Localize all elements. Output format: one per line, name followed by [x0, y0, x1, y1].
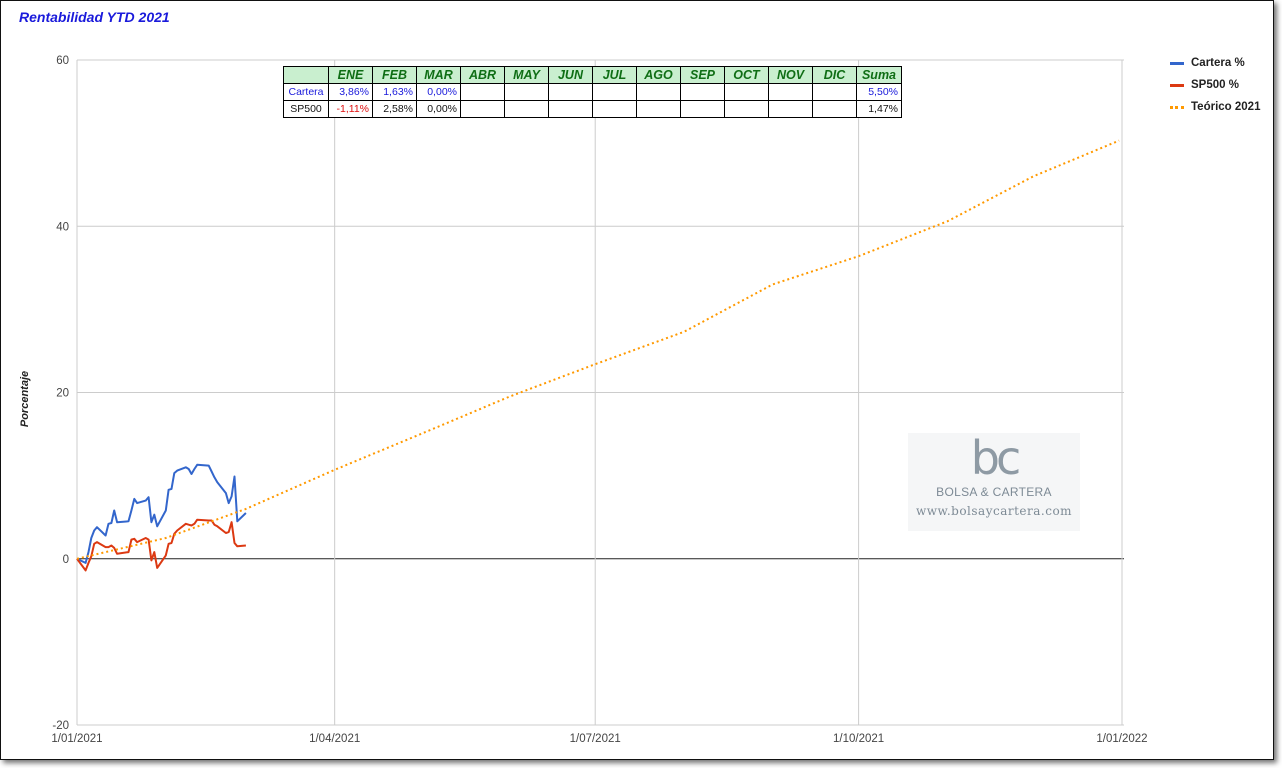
legend: Cartera % SP500 % Teórico 2021: [1170, 52, 1260, 118]
table-cell: [680, 100, 725, 118]
legend-item: Cartera %: [1170, 52, 1260, 74]
legend-label: SP500 %: [1191, 79, 1239, 91]
legend-item: SP500 %: [1170, 74, 1260, 96]
table-cell: 0,00%: [416, 83, 461, 101]
table-cell: 1,47%: [856, 100, 902, 118]
table-header-cell: JUL: [592, 66, 637, 84]
monthly-returns-table: ENE FEB MAR ABR MAY JUN JUL AGO SEP OCT NOV DIC Suma…: [283, 66, 902, 118]
watermark-logo-text: bc: [970, 431, 1021, 485]
table-header-cell: ABR: [460, 66, 505, 84]
y-tick-label: 0: [63, 554, 69, 566]
table-cell: [812, 83, 857, 101]
table-header-cell: MAR: [416, 66, 461, 84]
x-tick-label: 1/07/2021: [570, 733, 621, 745]
table-cell: [636, 83, 681, 101]
table-cell: [768, 83, 813, 101]
y-tick-label: 40: [56, 221, 69, 233]
table-cell: [680, 83, 725, 101]
legend-label: Cartera %: [1191, 57, 1245, 69]
legend-label: Teórico 2021: [1191, 101, 1261, 113]
y-axis-label: Porcentaje: [19, 371, 31, 427]
x-tick-label: 1/01/2022: [1096, 733, 1147, 745]
table-header-cell: Suma: [856, 66, 902, 84]
table-cell: [460, 100, 505, 118]
table-header-cell: JUN: [548, 66, 593, 84]
table-row-label: Cartera: [283, 83, 329, 101]
table-cell: [548, 100, 593, 118]
watermark: bc BOLSA & CARTERA www.bolsaycartera.com: [908, 433, 1080, 531]
table-header-cell: FEB: [372, 66, 417, 84]
table-cell: [724, 100, 769, 118]
table-header-cell: MAY: [504, 66, 549, 84]
x-tick-label: 1/10/2021: [833, 733, 884, 745]
table-row-label: SP500: [283, 100, 329, 118]
table-header-cell: ENE: [328, 66, 373, 84]
table-row: Cartera 3,86% 1,63% 0,00% 5,50%: [283, 83, 902, 101]
table-header-cell: [283, 66, 329, 84]
watermark-name: BOLSA & CARTERA: [936, 485, 1052, 499]
table-row: SP500 -1,11% 2,58% 0,00% 1,47%: [283, 100, 902, 118]
table-cell: 5,50%: [856, 83, 902, 101]
y-tick-label: -20: [52, 720, 69, 732]
table-cell: 3,86%: [328, 83, 373, 101]
legend-swatch: [1170, 83, 1184, 87]
table-cell: [768, 100, 813, 118]
table-cell: [548, 83, 593, 101]
series-line-sp500: [76, 518, 246, 572]
table-cell: [812, 100, 857, 118]
series-line-cartera: [76, 463, 247, 564]
table-header-cell: AGO: [636, 66, 681, 84]
table-header-cell: SEP: [680, 66, 725, 84]
y-tick-label: 60: [56, 55, 69, 67]
x-tick-label: 1/01/2021: [51, 733, 102, 745]
x-tick-label: 1/04/2021: [309, 733, 360, 745]
table-cell: [592, 83, 637, 101]
legend-swatch: [1170, 105, 1184, 109]
table-header-cell: DIC: [812, 66, 857, 84]
table-cell: -1,11%: [328, 100, 373, 118]
table-header-cell: OCT: [724, 66, 769, 84]
table-cell: [724, 83, 769, 101]
grid: [76, 59, 1124, 726]
table-cell: [504, 83, 549, 101]
table-cell: [592, 100, 637, 118]
y-tick-label: 20: [56, 388, 69, 400]
legend-swatch: [1170, 61, 1184, 65]
table-cell: [460, 83, 505, 101]
watermark-logo: bc: [908, 433, 1080, 483]
table-cell: 0,00%: [416, 100, 461, 118]
watermark-url: www.bolsaycartera.com: [915, 504, 1073, 518]
y-tick-labels: -20 0 20 40 60: [52, 55, 69, 732]
table-cell: 2,58%: [372, 100, 417, 118]
table-cell: 1,63%: [372, 83, 417, 101]
legend-item: Teórico 2021: [1170, 96, 1260, 118]
table-cell: [504, 100, 549, 118]
table-header-row: ENE FEB MAR ABR MAY JUN JUL AGO SEP OCT NOV DIC Suma: [283, 66, 902, 84]
table-cell: [636, 100, 681, 118]
x-tick-labels: 1/01/2021 1/04/2021 1/07/2021 1/10/2021 1/01…: [51, 733, 1147, 745]
table-header-cell: NOV: [768, 66, 813, 84]
